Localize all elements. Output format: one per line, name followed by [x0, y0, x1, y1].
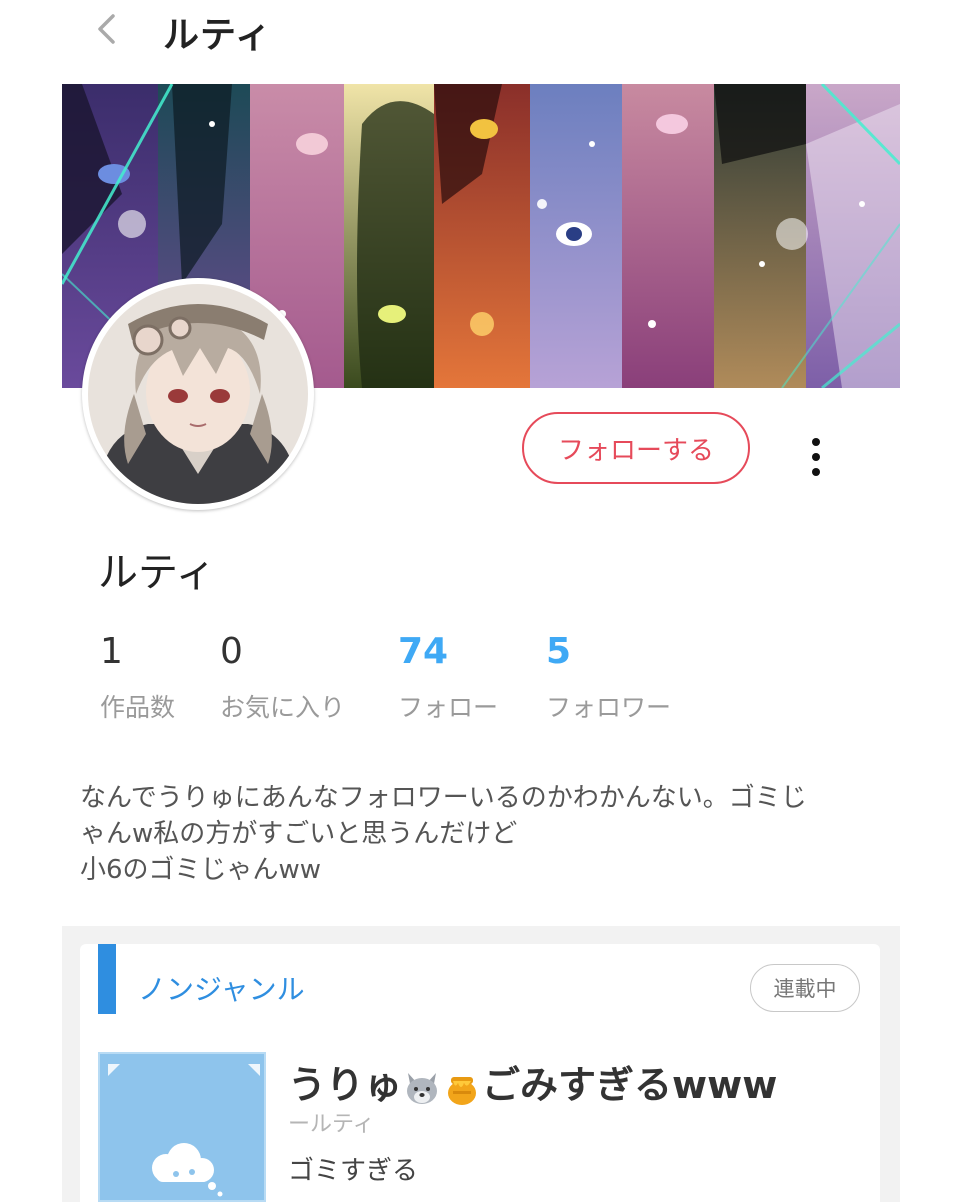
- bio-line: ゃんw私の方がすごいと思うんだけど: [80, 819, 518, 849]
- work-description: ゴミすぎる: [288, 1156, 419, 1186]
- more-vertical-icon-dot: [812, 468, 820, 476]
- work-card[interactable]: ノンジャンル 連載中 うりゅ ごみすぎるwww ールティ ゴミすぎる: [80, 944, 880, 1202]
- cloud-icon: [152, 1143, 214, 1182]
- stat-favorites: 0 お気に入り: [220, 630, 345, 724]
- stat-works: 1 作品数: [100, 630, 175, 724]
- follow-button[interactable]: フォローする: [522, 412, 750, 484]
- profile-bio: なんでうりゅにあんなフォロワーいるのかわかんない。ゴミじ ゃんw私の方がすごいと…: [80, 780, 880, 888]
- stat-followers-label: フォロワー: [546, 693, 672, 722]
- stat-following-label: フォロー: [398, 693, 499, 722]
- stat-favorites-label: お気に入り: [220, 693, 346, 722]
- stat-works-count: 1: [100, 631, 123, 672]
- work-title-text: うりゅ: [288, 1063, 403, 1107]
- more-vertical-icon: [812, 438, 820, 446]
- bio-line: 小6のゴミじゃんww: [80, 855, 322, 885]
- back-chevron-icon: [98, 14, 115, 44]
- profile-page: ルティ フォローする ルティ 1 作品数 0 お気に入り 74 フォロー 5 フ…: [0, 0, 960, 1202]
- top-bar: ルティ: [0, 0, 960, 62]
- honey-pot-emoji-icon: [448, 1076, 477, 1105]
- avatar-image: [88, 284, 308, 504]
- work-cover[interactable]: [98, 1052, 266, 1202]
- more-options-button[interactable]: [800, 432, 832, 482]
- stat-following-count: 74: [398, 631, 449, 672]
- wolf-emoji-icon: [407, 1072, 438, 1104]
- stat-followers[interactable]: 5 フォロワー: [546, 630, 671, 724]
- back-button[interactable]: [86, 6, 126, 52]
- stat-followers-count: 5: [546, 631, 572, 672]
- more-vertical-icon-dot: [812, 453, 820, 461]
- work-title[interactable]: うりゅ ごみすぎるwww: [288, 1054, 777, 1109]
- work-genre: ノンジャンル: [138, 973, 305, 1006]
- work-author: ールティ: [288, 1112, 375, 1137]
- page-title: ルティ: [163, 15, 272, 56]
- genre-accent-bar: [98, 944, 116, 1014]
- profile-avatar[interactable]: [82, 278, 314, 510]
- stat-works-label: 作品数: [100, 693, 176, 722]
- serial-status-badge: 連載中: [750, 964, 860, 1012]
- profile-name: ルティ: [98, 550, 216, 596]
- bio-line: なんでうりゅにあんなフォロワーいるのかわかんない。ゴミじ: [80, 783, 807, 813]
- work-title-text-rest: ごみすぎるwww: [482, 1063, 778, 1107]
- stat-favorites-count: 0: [220, 631, 243, 672]
- stat-following[interactable]: 74 フォロー: [398, 630, 498, 724]
